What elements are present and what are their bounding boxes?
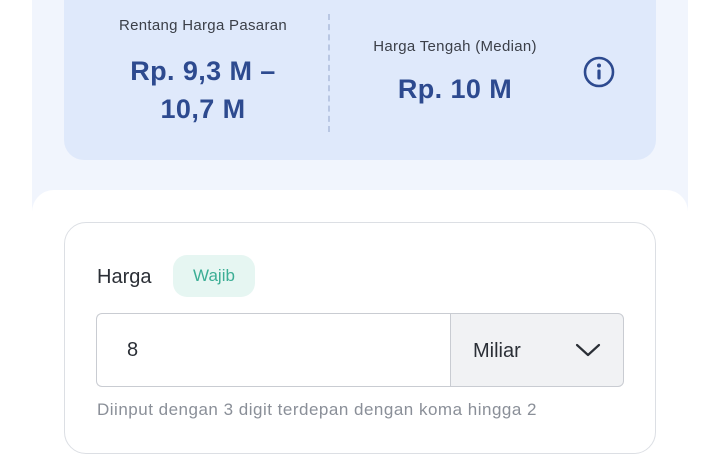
card-divider xyxy=(328,14,330,132)
info-button[interactable] xyxy=(583,56,615,88)
unit-select-value: Miliar xyxy=(473,340,521,362)
unit-select[interactable]: Miliar xyxy=(450,313,624,387)
price-range-value-line2: 10,7 M xyxy=(160,94,246,124)
median-price-value: Rp. 10 M xyxy=(397,74,513,104)
price-helper-text: Diinput dengan 3 digit terdepan dengan k… xyxy=(97,400,537,419)
info-circle-icon xyxy=(583,56,615,88)
price-range-value-line1: Rp. 9,3 M – xyxy=(130,56,276,86)
median-price-label: Harga Tengah (Median) xyxy=(373,38,537,55)
price-range-block: Rentang Harga Pasaran Rp. 9,3 M – 10,7 M xyxy=(92,14,314,128)
price-range-label: Rentang Harga Pasaran xyxy=(118,17,288,34)
median-price-block: Harga Tengah (Median) Rp. 10 M xyxy=(350,35,560,107)
required-badge: Wajib xyxy=(173,255,255,297)
price-range-value: Rp. 9,3 M – 10,7 M xyxy=(92,52,314,128)
price-field-label: Harga xyxy=(97,266,152,288)
price-input[interactable] xyxy=(96,313,450,387)
chevron-down-icon xyxy=(575,343,601,357)
